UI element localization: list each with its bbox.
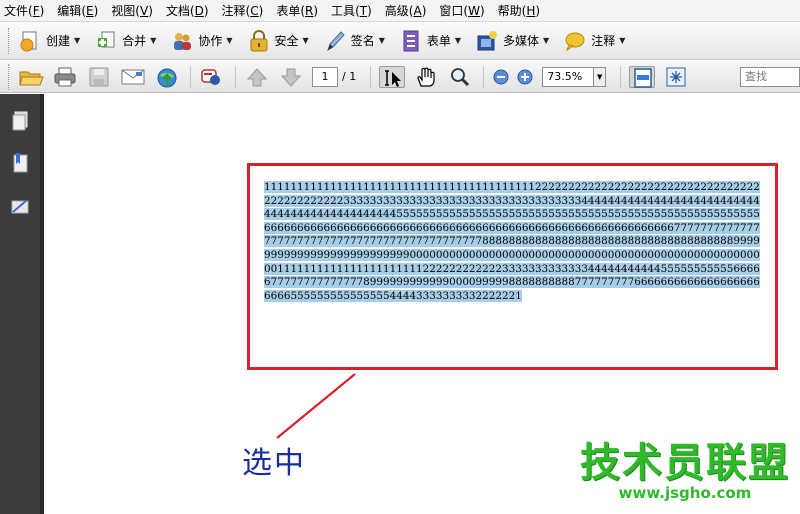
- site-watermark: 技术员联盟 www.jsgho.com: [570, 440, 800, 502]
- watermark-url: www.jsgho.com: [618, 484, 752, 502]
- watermark-title: 技术员联盟: [580, 440, 790, 486]
- callout-pointer-line: [276, 373, 356, 439]
- callout-label: 选中: [242, 446, 306, 481]
